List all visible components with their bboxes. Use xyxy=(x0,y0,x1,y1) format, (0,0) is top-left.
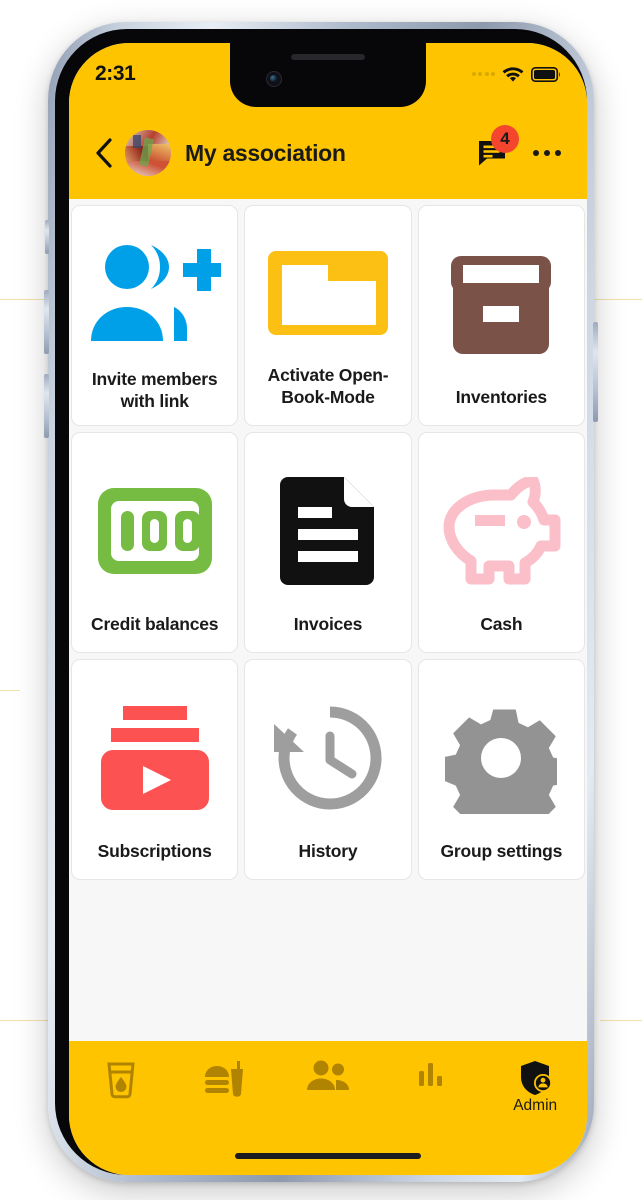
tile-activate-open-book-mode[interactable]: Activate Open-Book-Mode xyxy=(244,205,412,426)
tile-label: Invite members with link xyxy=(91,369,218,412)
banknote-100-icon xyxy=(97,487,212,574)
nav-item-drinks[interactable] xyxy=(69,1059,173,1129)
more-options-button[interactable] xyxy=(527,133,567,173)
tile-label: Inventories xyxy=(455,387,547,408)
tile-icon-wrap xyxy=(425,220,578,387)
status-bar-icons xyxy=(471,66,562,83)
signal-dots-icon xyxy=(471,72,495,76)
tile-label: Invoices xyxy=(293,614,363,635)
power-button[interactable] xyxy=(593,322,598,422)
tile-invoices[interactable]: Invoices xyxy=(244,432,412,653)
mute-switch[interactable] xyxy=(45,220,49,254)
subscriptions-play-icon xyxy=(100,705,209,810)
feature-grid: Invite members with link Activate Open-B… xyxy=(69,199,587,880)
more-options-icon xyxy=(533,150,539,156)
tile-icon-wrap xyxy=(78,674,231,841)
history-clock-icon xyxy=(273,706,382,810)
background-guide-line xyxy=(600,1020,642,1021)
battery-full-icon xyxy=(531,66,560,82)
tile-cash[interactable]: Cash xyxy=(417,432,585,653)
chat-button[interactable]: 4 xyxy=(473,125,519,173)
volume-down-button[interactable] xyxy=(44,374,49,438)
tile-icon-wrap xyxy=(251,220,404,365)
main-content: Invite members with link Activate Open-B… xyxy=(69,199,587,1041)
nav-item-statistics[interactable] xyxy=(380,1059,484,1129)
tile-icon-wrap xyxy=(425,447,578,614)
invoice-document-icon xyxy=(279,476,374,585)
app-bar: My association 4 xyxy=(69,107,587,199)
tile-icon-wrap xyxy=(251,674,404,841)
tile-group-settings[interactable]: Group settings xyxy=(417,659,585,880)
phone-screen: 2:31 My association 4 Invite members wit… xyxy=(69,43,587,1175)
nav-item-label: Admin xyxy=(513,1097,558,1114)
tile-label: Activate Open-Book-Mode xyxy=(267,365,389,408)
people-group-icon xyxy=(306,1060,349,1090)
open-book-folder-icon xyxy=(267,250,388,335)
gear-settings-icon xyxy=(445,709,558,814)
phone-device-frame: 2:31 My association 4 Invite members wit… xyxy=(44,22,598,1182)
chat-unread-badge: 4 xyxy=(491,125,519,153)
screenshot-canvas: 2:31 My association 4 Invite members wit… xyxy=(0,0,642,1200)
tile-icon-wrap xyxy=(425,674,578,841)
back-button[interactable] xyxy=(89,135,119,171)
tile-label: Credit balances xyxy=(91,614,219,635)
status-bar: 2:31 xyxy=(69,43,587,99)
group-avatar[interactable] xyxy=(125,130,171,176)
tile-history[interactable]: History xyxy=(244,659,412,880)
nav-item-food[interactable] xyxy=(173,1059,277,1129)
background-guide-line xyxy=(0,299,48,300)
back-chevron-icon xyxy=(96,138,112,168)
invite-members-icon xyxy=(90,244,221,341)
background-guide-line xyxy=(0,1020,48,1021)
bottom-navigation-bar: Admin xyxy=(69,1041,587,1175)
fast-food-icon xyxy=(205,1061,244,1097)
tile-credit-balances[interactable]: Credit balances xyxy=(71,432,239,653)
tile-inventories[interactable]: Inventories xyxy=(417,205,585,426)
nav-item-members[interactable] xyxy=(276,1059,380,1129)
home-indicator[interactable] xyxy=(235,1153,421,1159)
tile-subscriptions[interactable]: Subscriptions xyxy=(71,659,239,880)
piggy-bank-icon xyxy=(443,476,561,585)
archive-box-icon xyxy=(451,255,552,354)
tile-icon-wrap xyxy=(78,447,231,614)
volume-up-button[interactable] xyxy=(44,290,49,354)
tile-label: Subscriptions xyxy=(97,841,212,862)
wifi-icon xyxy=(502,66,524,82)
phone-bezel: 2:31 My association 4 Invite members wit… xyxy=(55,29,587,1175)
status-bar-clock: 2:31 xyxy=(95,62,136,85)
tile-icon-wrap xyxy=(251,447,404,614)
bar-chart-icon xyxy=(418,1063,442,1086)
tile-label: History xyxy=(298,841,358,862)
tile-invite-members[interactable]: Invite members with link xyxy=(71,205,239,426)
tile-label: Cash xyxy=(480,614,523,635)
background-guide-line xyxy=(595,299,642,300)
nav-item-admin[interactable]: Admin xyxy=(483,1059,587,1129)
admin-shield-person-icon xyxy=(521,1061,553,1095)
drink-glass-icon xyxy=(107,1062,135,1099)
tile-icon-wrap xyxy=(78,220,231,369)
background-guide-line xyxy=(0,690,20,691)
page-title: My association xyxy=(185,139,346,166)
tile-label: Group settings xyxy=(440,841,563,862)
